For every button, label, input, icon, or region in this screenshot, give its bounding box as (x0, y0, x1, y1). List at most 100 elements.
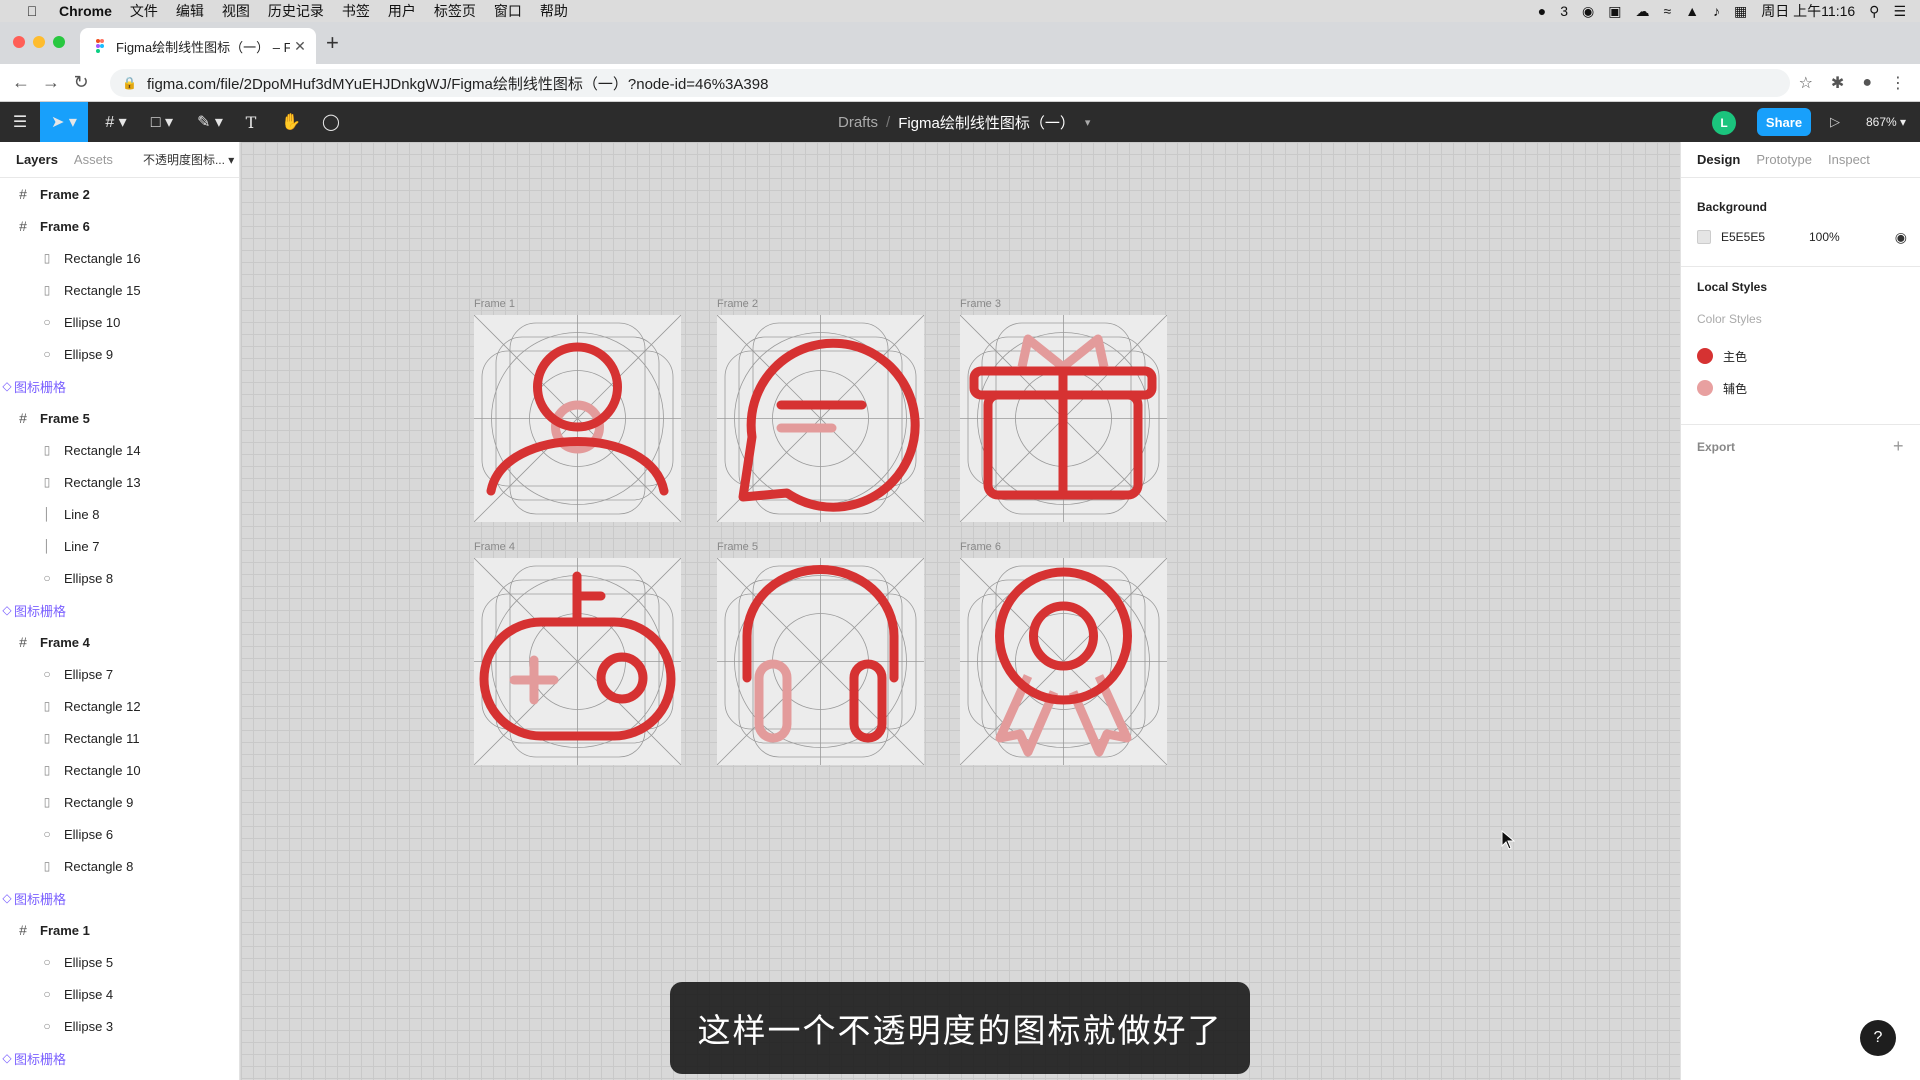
layer-item[interactable]: ▯ Rectangle 9 (0, 786, 239, 818)
zoom-window-button[interactable] (53, 36, 65, 48)
menu-tab[interactable]: 标签页 (425, 1, 485, 21)
layer-item[interactable]: ▯ Rectangle 11 (0, 722, 239, 754)
profile-icon[interactable]: ● (1862, 74, 1872, 92)
frame-tool-icon[interactable]: # ▾ (96, 102, 136, 142)
move-tool-icon[interactable]: ➤ ▾ (40, 102, 88, 142)
present-play-icon[interactable]: ▷ (1830, 102, 1840, 142)
layer-item[interactable]: ○ Ellipse 9 (0, 338, 239, 370)
tab-inspect[interactable]: Inspect (1828, 152, 1870, 167)
layer-item[interactable]: ○ Ellipse 3 (0, 1010, 239, 1042)
bookmark-star-icon[interactable]: ☆ (1799, 73, 1813, 93)
layer-item[interactable]: ◇ 图标栅格 (0, 370, 239, 402)
airplay-icon[interactable]: ▲ (1685, 3, 1699, 19)
layer-item[interactable]: ○ Ellipse 8 (0, 562, 239, 594)
menu-help[interactable]: 帮助 (531, 1, 577, 21)
color-style-secondary[interactable]: 辅色 (1697, 377, 1907, 399)
layer-item[interactable]: ◇ 图标栅格 (0, 1042, 239, 1074)
layer-item[interactable]: ◇ 图标栅格 (0, 882, 239, 914)
spotlight-icon[interactable]: ⚲ (1869, 3, 1879, 20)
pen-tool-icon[interactable]: ✎ ▾ (190, 102, 230, 142)
frame-label-4[interactable]: Frame 4 (474, 541, 515, 553)
frame-2[interactable] (717, 315, 924, 522)
shape-tool-icon[interactable]: □ ▾ (142, 102, 182, 142)
layer-frame[interactable]: # Frame 6 (0, 210, 239, 242)
avatar[interactable]: L (1712, 111, 1736, 135)
layer-item[interactable]: ▯ Rectangle 16 (0, 242, 239, 274)
help-button[interactable]: ? (1860, 1020, 1896, 1056)
layer-item[interactable]: ○ Ellipse 4 (0, 978, 239, 1010)
layer-item[interactable]: ○ Ellipse 5 (0, 946, 239, 978)
layer-item[interactable]: ○ Ellipse 10 (0, 306, 239, 338)
file-name[interactable]: Figma绘制线性图标（一） (898, 112, 1075, 133)
background-opacity[interactable]: 100% (1809, 230, 1895, 244)
layer-item[interactable]: ○ Ellipse 7 (0, 658, 239, 690)
address-bar[interactable]: 🔒 figma.com/file/2DpoMHuf3dMYuEHJDnkgWJ/… (110, 69, 1790, 97)
frame-5[interactable] (717, 558, 924, 765)
menu-bookmarks[interactable]: 书签 (333, 1, 379, 21)
frame-label-1[interactable]: Frame 1 (474, 298, 515, 310)
canvas[interactable]: Frame 1 Frame 2 Frame 3 Frame 4 Frame 5 … (241, 142, 1680, 1080)
menu-edit[interactable]: 编辑 (167, 1, 213, 21)
menu-history[interactable]: 历史记录 (259, 1, 333, 21)
cloud-icon[interactable]: ☁ (1636, 3, 1650, 20)
chrome-menu-icon[interactable]: ⋮ (1890, 73, 1906, 93)
layer-item[interactable]: ▯ Rectangle 12 (0, 690, 239, 722)
lock-icon[interactable]: 🔒 (122, 76, 137, 90)
add-export-icon[interactable]: + (1893, 436, 1904, 457)
background-swatch[interactable] (1697, 230, 1711, 244)
menu-app-chrome[interactable]: Chrome (50, 3, 121, 19)
layer-frame[interactable]: # Frame 5 (0, 402, 239, 434)
page-selector[interactable]: 不透明度图标... ▾ (143, 151, 234, 168)
reload-icon[interactable]: ↻ (66, 72, 96, 93)
forward-icon[interactable]: → (36, 72, 66, 93)
zoom-level[interactable]: 867% ▾ (1866, 102, 1906, 142)
frame-label-6[interactable]: Frame 6 (960, 541, 1001, 553)
wifi-icon[interactable]: ≈ (1664, 3, 1672, 19)
layer-item[interactable]: │ Line 7 (0, 530, 239, 562)
tab-prototype[interactable]: Prototype (1756, 152, 1812, 167)
menu-view[interactable]: 视图 (213, 1, 259, 21)
input-method-icon[interactable]: ▦ (1734, 3, 1747, 20)
clock[interactable]: 周日 上午11:16 (1761, 1, 1855, 21)
share-button[interactable]: Share (1757, 108, 1811, 136)
back-icon[interactable]: ← (6, 72, 36, 93)
eye-icon[interactable]: ◉ (1895, 229, 1907, 246)
control-center-icon[interactable]: ☰ (1893, 3, 1906, 20)
frame-6[interactable] (960, 558, 1167, 765)
layer-frame[interactable]: # Frame 2 (0, 178, 239, 210)
record-icon[interactable]: ◉ (1582, 3, 1594, 20)
layer-item[interactable]: ▯ Rectangle 13 (0, 466, 239, 498)
layer-frame[interactable]: # Frame 1 (0, 914, 239, 946)
apple-icon[interactable]:  (20, 3, 44, 19)
layer-item[interactable]: ○ Ellipse 6 (0, 818, 239, 850)
layer-item[interactable]: ◇ 图标栅格 (0, 594, 239, 626)
text-tool-icon[interactable]: T (238, 102, 264, 142)
layer-item[interactable]: │ Line 8 (0, 498, 239, 530)
layer-item[interactable]: ▯ Rectangle 10 (0, 754, 239, 786)
screen-icon[interactable]: ▣ (1608, 3, 1621, 20)
color-style-primary[interactable]: 主色 (1697, 345, 1907, 367)
close-window-button[interactable] (13, 36, 25, 48)
tab-assets[interactable]: Assets (74, 152, 113, 167)
breadcrumb-drafts[interactable]: Drafts (838, 114, 878, 131)
chevron-down-icon[interactable]: ▾ (1085, 116, 1091, 129)
minimize-window-button[interactable] (33, 36, 45, 48)
browser-tab[interactable]: Figma绘制线性图标（一） – Fig ✕ (80, 28, 316, 64)
frame-label-3[interactable]: Frame 3 (960, 298, 1001, 310)
background-fill-row[interactable]: E5E5E5 100% ◉ (1697, 226, 1907, 248)
menu-window[interactable]: 窗口 (485, 1, 531, 21)
frame-3[interactable] (960, 315, 1167, 522)
layer-item[interactable]: ▯ Rectangle 15 (0, 274, 239, 306)
menu-profiles[interactable]: 用户 (379, 1, 425, 21)
layer-item[interactable]: ▯ Rectangle 14 (0, 434, 239, 466)
hand-tool-icon[interactable]: ✋ (278, 102, 304, 142)
frame-4[interactable] (474, 558, 681, 765)
layer-frame[interactable]: # Frame 4 (0, 626, 239, 658)
wechat-icon[interactable]: ● (1538, 3, 1546, 19)
menu-file[interactable]: 文件 (121, 1, 167, 21)
frame-label-2[interactable]: Frame 2 (717, 298, 758, 310)
frame-1[interactable] (474, 315, 681, 522)
main-menu-icon[interactable]: ☰ (8, 102, 32, 142)
volume-icon[interactable]: ♪ (1713, 3, 1720, 19)
frame-label-5[interactable]: Frame 5 (717, 541, 758, 553)
